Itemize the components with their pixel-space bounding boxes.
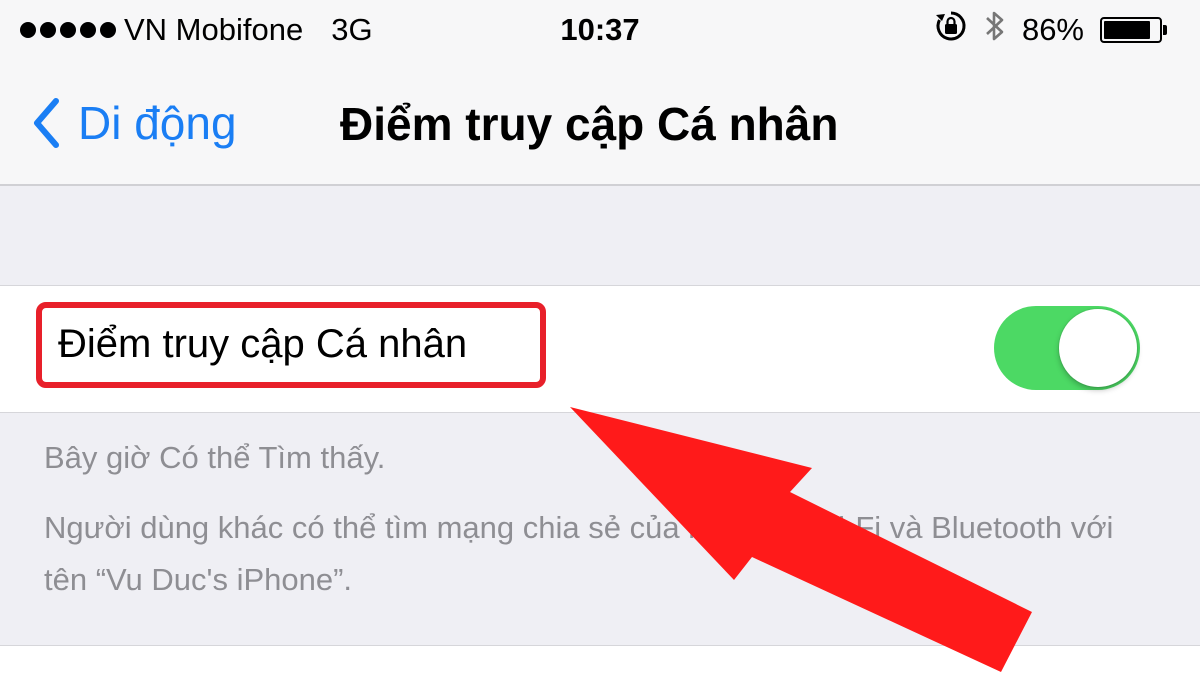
hotspot-description: Người dùng khác có thể tìm mạng chia sẻ … [44, 510, 1114, 597]
navigation-bar: Di động Điểm truy cập Cá nhân [0, 64, 1200, 186]
hotspot-toggle[interactable] [994, 306, 1140, 390]
chevron-left-icon [34, 98, 59, 148]
battery-icon [1100, 17, 1167, 43]
highlight-annotation-box [36, 302, 546, 388]
page-title: Điểm truy cập Cá nhân [340, 98, 839, 150]
hotspot-settings-group: Điểm truy cập Cá nhân [0, 285, 1200, 413]
status-right: 86% [934, 8, 1167, 52]
next-settings-group [0, 645, 1200, 686]
bluetooth-icon [984, 8, 1006, 52]
status-bar: VN Mobifone 3G 10:37 86% [0, 0, 1200, 64]
back-button[interactable]: Di động [32, 92, 237, 154]
back-label: Di động [78, 97, 237, 149]
toggle-knob [1059, 309, 1137, 387]
battery-percent: 86% [1021, 12, 1084, 47]
rotation-lock-icon [934, 9, 968, 51]
discoverable-status: Bây giờ Có thể Tìm thấy. [44, 440, 386, 475]
hotspot-footer: Bây giờ Có thể Tìm thấy. Người dùng khác… [44, 432, 1164, 606]
